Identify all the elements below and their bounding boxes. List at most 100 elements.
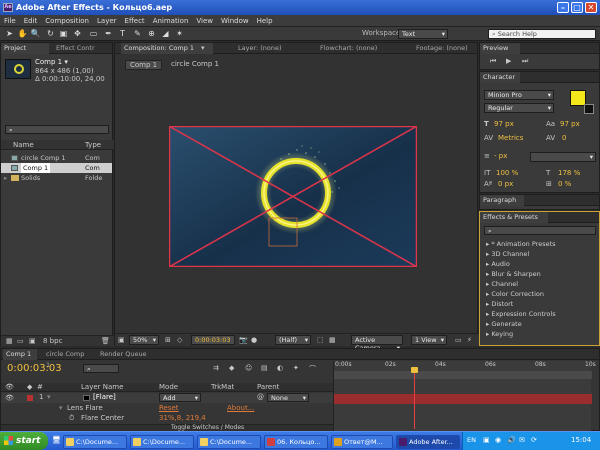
font-size-value[interactable]: 97 px (494, 120, 514, 128)
view-layout-select[interactable]: 1 View ▾ (411, 335, 447, 345)
hand-tool-icon[interactable]: ✋ (17, 29, 28, 39)
menu-file[interactable]: File (0, 15, 20, 27)
always-preview-icon[interactable]: ▣ (118, 336, 125, 344)
effects-item[interactable]: ▸ Expression Controls (486, 309, 593, 319)
hide-shy-layers-icon[interactable]: ☺ (245, 364, 252, 372)
effects-item[interactable]: ▸ Channel (486, 279, 593, 289)
bpc-label[interactable]: 8 bpc (43, 337, 62, 345)
effects-item[interactable]: ▸ Keying (486, 329, 593, 339)
expand-arrow-icon[interactable]: ▸ (4, 173, 7, 183)
new-comp-icon[interactable]: ▣ (29, 337, 36, 345)
col-name[interactable]: Name (13, 141, 34, 149)
layer-row-flare[interactable]: 👁 1 ▾ [Flare] Add ▾ @ None ▾ (1, 393, 333, 403)
antivirus-icon[interactable]: ◉ (495, 436, 501, 444)
language-indicator[interactable]: EN (467, 436, 476, 444)
zoom-select[interactable]: 50% ▾ (129, 335, 159, 345)
menu-composition[interactable]: Composition (41, 15, 93, 27)
tab-effects-presets[interactable]: Effects & Presets (480, 212, 548, 223)
layer-name[interactable]: [Flare] (93, 393, 116, 401)
col-layer-name[interactable]: Layer Name (81, 383, 123, 391)
comp-mini-flowchart-icon[interactable]: ⇉ (213, 364, 219, 372)
selection-tool-icon[interactable]: ➤ (4, 29, 15, 39)
camera-tool-icon[interactable]: ▣ (58, 29, 69, 39)
pen-tool-icon[interactable]: ✒ (103, 29, 114, 39)
chevron-down-icon[interactable]: ▾ (201, 44, 205, 52)
timeline-timecode[interactable]: 0:00:03:03 (7, 363, 62, 374)
menu-effect[interactable]: Effect (121, 15, 149, 27)
volume-icon[interactable]: 🔊 (507, 436, 516, 444)
breadcrumb-circle-comp[interactable]: circle Comp 1 (167, 60, 223, 70)
tab-preview[interactable]: Preview (480, 43, 520, 54)
taskbar-button[interactable]: 06. Кольцо... (264, 435, 328, 449)
stroke-style-select[interactable]: ▾ (530, 152, 596, 162)
time-graph[interactable]: 0:00s 02s 04s 06s 08s 10s (333, 361, 596, 431)
vertical-scale-value[interactable]: 100 % (496, 169, 518, 177)
layer-parent-select[interactable]: None ▾ (267, 393, 309, 402)
graph-editor-icon[interactable]: ⌒ (309, 364, 316, 374)
horizontal-scale-value[interactable]: 178 % (558, 169, 580, 177)
taskbar-button[interactable]: Ответ@M... (331, 435, 393, 449)
mask-tool-icon[interactable]: ▭ (88, 29, 99, 39)
eye-icon[interactable]: 👁 (5, 394, 14, 402)
toggle-switches-modes-button[interactable]: Toggle Switches / Modes (171, 424, 244, 431)
tab-render-queue[interactable]: Render Queue (97, 349, 151, 360)
tsume-value[interactable]: 0 % (558, 180, 571, 188)
zoom-tool-icon[interactable]: 🔍 (30, 29, 41, 39)
interpret-footage-icon[interactable]: ▦ (6, 337, 13, 345)
tab-timeline-comp-1[interactable]: Comp 1 (3, 349, 37, 360)
parent-pick-whip-icon[interactable]: @ (257, 393, 264, 401)
effects-item[interactable]: ▸ Generate (486, 319, 593, 329)
col-trkmat[interactable]: TrkMat (211, 383, 234, 391)
property-row-flare-center[interactable]: ⏱ Flare Center 31%,8, 219,4 (1, 414, 333, 424)
effect-row-lens-flare[interactable]: ▾ Lens Flare Reset About... (1, 404, 333, 414)
font-style-select[interactable]: Regular ▾ (484, 103, 554, 113)
playhead-handle[interactable] (410, 367, 418, 373)
taskbar-button-after-effects[interactable]: Adobe After... (396, 435, 460, 449)
property-value[interactable]: 31%,8, 219,4 (159, 414, 206, 422)
tab-flowchart[interactable]: Flowchart: (none) (317, 43, 391, 54)
col-mode[interactable]: Mode (159, 383, 178, 391)
taskbar-button[interactable]: C:\Docume... (197, 435, 261, 449)
puppet-tool-icon[interactable]: ✶ (174, 29, 185, 39)
tab-effect-controls[interactable]: Effect Contr (53, 43, 111, 54)
type-tool-icon[interactable]: T (117, 29, 128, 39)
reset-link[interactable]: Reset (159, 404, 179, 412)
new-folder-icon[interactable]: ▭ (17, 337, 24, 345)
show-channel-icon[interactable]: ● (251, 336, 257, 344)
resolution-select[interactable]: (Half) ▾ (275, 335, 311, 345)
label-color-swatch[interactable] (27, 395, 33, 401)
start-button[interactable]: start (0, 432, 48, 450)
menu-window[interactable]: Window (217, 15, 253, 27)
menu-view[interactable]: View (192, 15, 217, 27)
tracking-value[interactable]: 0 (562, 134, 566, 142)
kerning-value[interactable]: Metrics (498, 134, 523, 142)
messenger-icon[interactable]: ✉ (519, 436, 525, 444)
tab-layer[interactable]: Layer: (none) (235, 43, 295, 54)
brainstorm-icon[interactable]: ✦ (293, 364, 299, 372)
tab-composition[interactable]: Composition: Comp 1 (121, 43, 213, 54)
timeline-search-input[interactable]: ⌕ (83, 364, 119, 373)
frame-blending-icon[interactable]: ▤ (261, 364, 268, 372)
project-search-input[interactable]: ⌕ (5, 125, 109, 134)
col-type[interactable]: Type (85, 141, 101, 149)
tab-project[interactable]: Project (1, 43, 49, 54)
taskbar-button[interactable]: C:\Docume... (130, 435, 194, 449)
tab-footage[interactable]: Footage: (none) (413, 43, 473, 54)
tab-timeline-circle[interactable]: circle Comp 1 (43, 349, 91, 369)
workspace-select[interactable]: Text ▾ (398, 29, 448, 39)
col-parent[interactable]: Parent (257, 383, 279, 391)
brush-tool-icon[interactable]: ✎ (132, 29, 143, 39)
effects-item[interactable]: ▸ Color Correction (486, 289, 593, 299)
region-of-interest-icon[interactable]: ⬚ (317, 336, 324, 344)
effects-item[interactable]: ▸ Audio (486, 259, 593, 269)
effects-item[interactable]: ▸ 3D Channel (486, 249, 593, 259)
trash-icon[interactable]: 🗑 (101, 337, 110, 345)
draft-3d-icon[interactable]: ◆ (229, 364, 234, 372)
title-safe-icon[interactable]: ⊞ (165, 336, 171, 344)
layer-duration-bar[interactable] (334, 394, 592, 404)
maximize-button[interactable]: □ (571, 2, 583, 13)
stroke-color-swatch[interactable] (584, 104, 594, 114)
tab-character[interactable]: Character (480, 72, 520, 83)
clone-tool-icon[interactable]: ⊕ (146, 29, 157, 39)
playhead[interactable] (413, 369, 415, 429)
